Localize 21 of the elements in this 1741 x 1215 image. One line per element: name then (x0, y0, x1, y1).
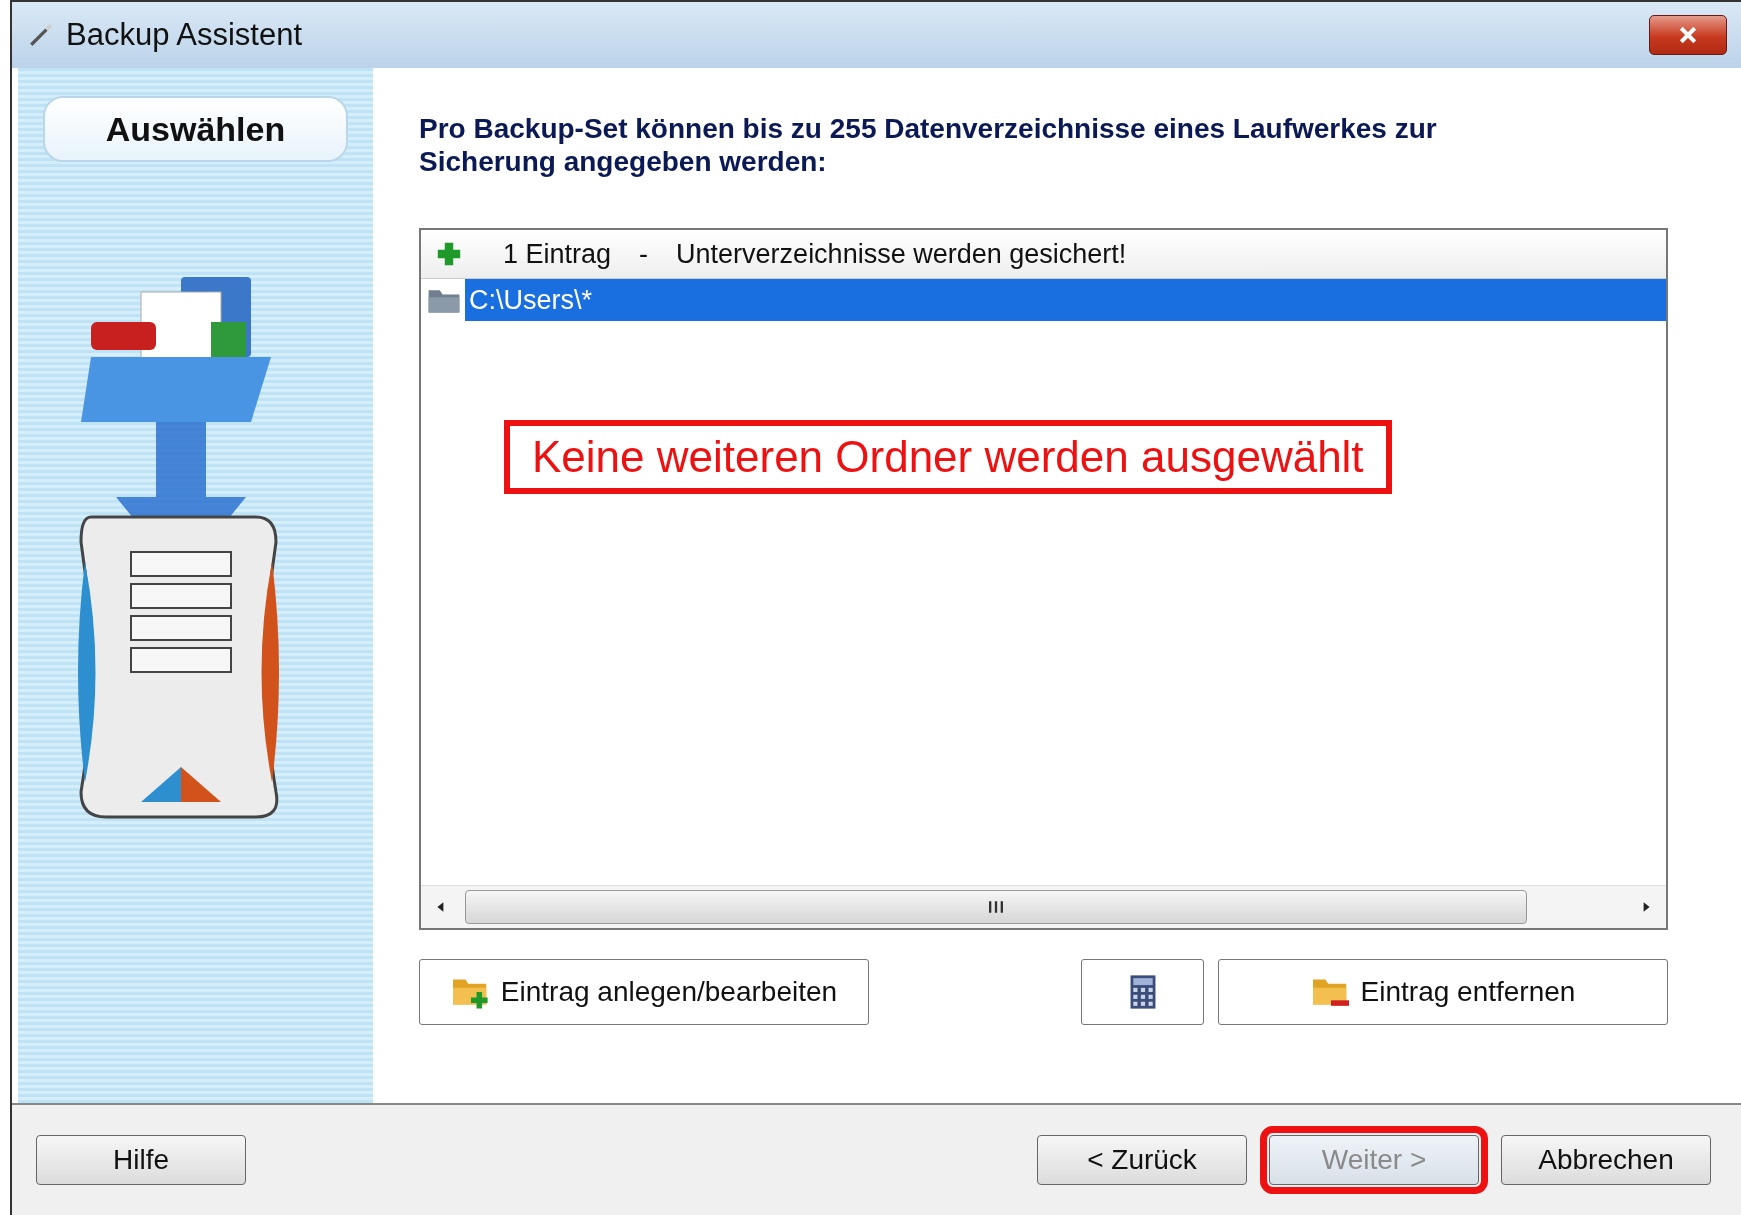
calculator-button[interactable] (1081, 959, 1204, 1025)
grip-icon (986, 900, 1006, 914)
wand-icon (28, 22, 54, 48)
entry-count: 1 Eintrag (503, 238, 612, 270)
instruction-text: Pro Backup-Set können bis zu 255 Datenverzeichnisse eines Laufwerkes zur Sicherung angegeben werden: (419, 112, 1438, 178)
subfolder-note: Unterverzeichnisse werden gesichert! (676, 238, 1127, 270)
close-button[interactable] (1649, 15, 1727, 55)
annotation-callout: Keine weiteren Ordner werden ausgewählt (504, 420, 1392, 494)
plus-icon (435, 240, 463, 268)
scrollbar-thumb[interactable] (465, 890, 1527, 924)
footer-button[interactable]: < Zurück (1037, 1135, 1247, 1185)
horizontal-scrollbar[interactable] (421, 885, 1666, 928)
footer-button[interactable]: Abbrechen (1501, 1135, 1711, 1185)
window-title: Backup Assistent (66, 17, 304, 53)
add-entry-button[interactable]: Eintrag anlegen/bearbeiten (419, 959, 869, 1025)
footer-button[interactable]: Hilfe (36, 1135, 246, 1185)
folder-path[interactable]: C:\Users\* (465, 279, 1666, 321)
step-label: Auswählen (43, 96, 348, 162)
separator-text: - (639, 238, 649, 270)
calculator-icon (1128, 974, 1157, 1010)
remove-entry-button[interactable]: Eintrag entfernen (1218, 959, 1668, 1025)
